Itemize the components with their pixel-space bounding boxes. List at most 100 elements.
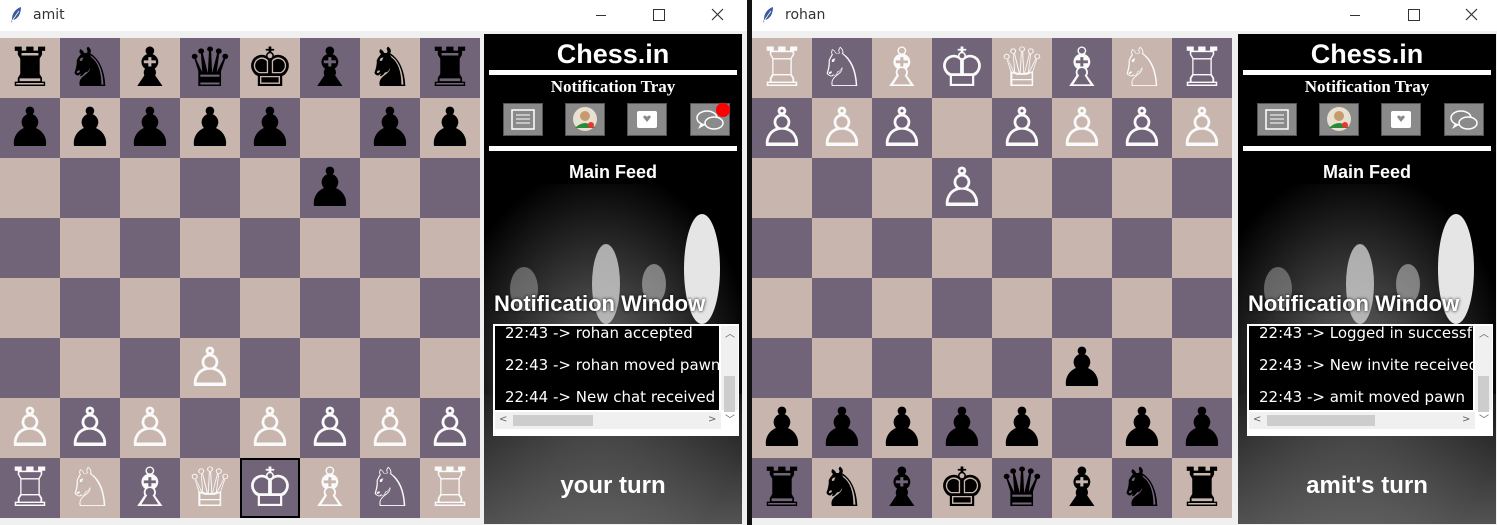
board-square-b2[interactable]: ♙ [60,398,120,458]
board-square-d8[interactable]: ♔ [932,38,992,98]
board-square-g1[interactable]: ♘ [360,458,420,518]
chess-piece-icon[interactable]: ♘ [1118,38,1166,98]
board-square-h4[interactable] [420,278,480,338]
board-square-e2[interactable]: ♙ [240,398,300,458]
board-square-g1[interactable]: ♞ [1112,458,1172,518]
board-square-f6[interactable] [1052,158,1112,218]
board-square-a1[interactable]: ♖ [0,458,60,518]
chess-piece-icon[interactable]: ♙ [306,398,354,458]
board-square-c1[interactable]: ♝ [872,458,932,518]
board-square-c8[interactable]: ♗ [872,38,932,98]
board-square-f5[interactable] [300,218,360,278]
board-square-f2[interactable] [1052,398,1112,458]
board-square-f5[interactable] [1052,218,1112,278]
chess-piece-icon[interactable]: ♘ [66,458,114,518]
scroll-left-icon[interactable]: < [499,415,507,425]
scroll-thumb[interactable] [513,415,593,426]
chess-piece-icon[interactable]: ♟ [246,98,294,158]
chess-piece-icon[interactable]: ♙ [366,398,414,458]
title-bar[interactable]: rohan [752,0,1497,31]
board-square-a2[interactable]: ♟ [752,398,812,458]
chess-piece-icon[interactable]: ♜ [1178,458,1226,518]
chat-button[interactable] [690,103,730,136]
board-square-e6[interactable] [240,158,300,218]
board-square-e8[interactable]: ♚ [240,38,300,98]
board-square-h6[interactable] [420,158,480,218]
chess-piece-icon[interactable]: ♙ [6,398,54,458]
board-square-c3[interactable] [120,338,180,398]
close-button[interactable] [1448,0,1494,31]
board-square-f1[interactable]: ♝ [1052,458,1112,518]
chess-piece-icon[interactable]: ♔ [246,458,294,518]
chess-piece-icon[interactable]: ♙ [126,398,174,458]
chess-piece-icon[interactable]: ♖ [758,38,806,98]
chess-piece-icon[interactable]: ♟ [6,98,54,158]
chess-piece-icon[interactable]: ♟ [878,398,926,458]
board-square-h5[interactable] [1172,218,1232,278]
horizontal-scrollbar[interactable]: < > [1249,412,1475,429]
chess-piece-icon[interactable]: ♗ [878,38,926,98]
chess-piece-icon[interactable]: ♟ [66,98,114,158]
board-square-b8[interactable]: ♘ [812,38,872,98]
chess-piece-icon[interactable]: ♟ [366,98,414,158]
board-square-d6[interactable]: ♙ [932,158,992,218]
board-square-b5[interactable] [60,218,120,278]
close-button[interactable] [694,0,740,31]
board-square-h8[interactable]: ♜ [420,38,480,98]
board-square-g7[interactable]: ♟ [360,98,420,158]
minimize-button[interactable] [578,0,624,31]
scroll-up-icon[interactable]: ︿ [1479,330,1489,340]
chess-piece-icon[interactable]: ♟ [1058,338,1106,398]
chess-piece-icon[interactable]: ♞ [818,458,866,518]
board-square-g5[interactable] [1112,218,1172,278]
chess-piece-icon[interactable]: ♟ [1118,398,1166,458]
chess-piece-icon[interactable]: ♟ [758,398,806,458]
board-square-d6[interactable] [180,158,240,218]
board-square-c4[interactable] [872,278,932,338]
scroll-thumb[interactable] [724,376,735,412]
board-square-g3[interactable] [360,338,420,398]
board-square-f6[interactable]: ♟ [300,158,360,218]
chat-button[interactable] [1444,103,1484,136]
board-square-a5[interactable] [0,218,60,278]
board-square-f4[interactable] [1052,278,1112,338]
board-square-d3[interactable] [932,338,992,398]
board-square-d1[interactable]: ♚ [932,458,992,518]
board-square-d7[interactable]: ♟ [180,98,240,158]
board-square-d2[interactable]: ♟ [932,398,992,458]
board-square-h6[interactable] [1172,158,1232,218]
board-square-g2[interactable]: ♟ [1112,398,1172,458]
scroll-right-icon[interactable]: > [708,415,716,425]
board-square-a3[interactable] [752,338,812,398]
notification-list[interactable]: 22:43 -> rohan accepted 22:43 -> rohan m… [495,326,719,410]
board-square-e5[interactable] [992,218,1052,278]
board-square-e3[interactable] [992,338,1052,398]
board-square-a7[interactable]: ♟ [0,98,60,158]
chess-piece-icon[interactable]: ♖ [6,458,54,518]
chess-piece-icon[interactable]: ♟ [186,98,234,158]
board-square-c8[interactable]: ♝ [120,38,180,98]
board-square-f7[interactable]: ♙ [1052,98,1112,158]
board-square-e1[interactable]: ♔ [240,458,300,518]
board-square-g4[interactable] [360,278,420,338]
board-square-g7[interactable]: ♙ [1112,98,1172,158]
board-square-f8[interactable]: ♝ [300,38,360,98]
board-square-f7[interactable] [300,98,360,158]
scroll-thumb[interactable] [1478,376,1489,412]
board-square-h4[interactable] [1172,278,1232,338]
chess-piece-icon[interactable]: ♗ [126,458,174,518]
board-square-a7[interactable]: ♙ [752,98,812,158]
chess-piece-icon[interactable]: ♞ [66,38,114,98]
chess-piece-icon[interactable]: ♗ [306,458,354,518]
chess-piece-icon[interactable]: ♟ [938,398,986,458]
scroll-thumb[interactable] [1267,415,1375,426]
board-square-c3[interactable] [872,338,932,398]
horizontal-scrollbar[interactable]: < > [495,412,721,429]
chess-piece-icon[interactable]: ♛ [998,458,1046,518]
chess-piece-icon[interactable]: ♟ [818,398,866,458]
scroll-down-icon[interactable]: ﹀ [725,416,735,426]
board-square-a3[interactable] [0,338,60,398]
chess-piece-icon[interactable]: ♙ [186,338,234,398]
board-square-c5[interactable] [872,218,932,278]
board-square-e8[interactable]: ♕ [992,38,1052,98]
